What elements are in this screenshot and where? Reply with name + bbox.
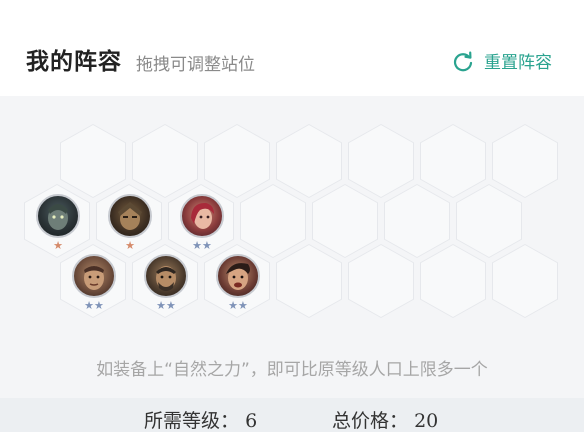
header: 我的阵容 拖拽可调整站位 重置阵容	[0, 0, 584, 96]
summary-bar: 所需等级： 6 总价格： 20	[0, 398, 584, 432]
required-level-label: 所需等级：	[144, 410, 240, 432]
champion-face-icon	[48, 204, 68, 230]
star-rating: ★	[125, 239, 135, 252]
refresh-icon	[453, 51, 473, 71]
total-price: 总价格： 20	[332, 406, 438, 433]
star-rating: ★★	[84, 299, 104, 312]
star-rating: ★★	[228, 299, 248, 312]
hex-slot[interactable]	[276, 244, 342, 318]
hex-slot[interactable]	[60, 124, 126, 198]
champion-portrait[interactable]	[72, 254, 116, 298]
page-subtitle: 拖拽可调整站位	[136, 55, 255, 75]
champion-portrait[interactable]	[108, 194, 152, 238]
champion-face-icon	[191, 202, 214, 229]
hex-slot[interactable]	[276, 124, 342, 198]
reset-lineup-label: 重置阵容	[484, 53, 552, 73]
required-level-value: 6	[245, 410, 258, 432]
hex-slot[interactable]	[348, 124, 414, 198]
champion-face-icon	[118, 202, 142, 230]
hex-slot[interactable]	[420, 124, 486, 198]
required-level: 所需等级： 6	[144, 406, 257, 433]
champion-face-icon	[156, 266, 176, 291]
champion-face-icon	[84, 266, 104, 290]
formation-board[interactable]: ★ ★ ★★ ★★ ★★ ★★	[0, 96, 584, 398]
star-rating: ★★	[192, 239, 212, 252]
hex-slot[interactable]	[240, 184, 306, 258]
champion-portrait[interactable]	[144, 254, 188, 298]
champion-face-icon	[226, 263, 250, 290]
hex-slot[interactable]	[492, 244, 558, 318]
hex-slot[interactable]	[204, 124, 270, 198]
hex-slot[interactable]	[456, 184, 522, 258]
champion-portrait[interactable]	[216, 254, 260, 298]
star-rating: ★★	[156, 299, 176, 312]
hex-slot[interactable]	[132, 124, 198, 198]
reset-lineup-button[interactable]: 重置阵容	[452, 48, 552, 73]
tip-text: 如装备上“自然之力”，即可比原等级人口上限多一个	[96, 360, 488, 380]
hex-slot[interactable]	[384, 184, 450, 258]
page-title: 我的阵容	[26, 49, 122, 75]
total-price-value: 20	[414, 410, 439, 432]
hex-slot[interactable]	[312, 184, 378, 258]
hex-slot[interactable]	[348, 244, 414, 318]
total-price-label: 总价格：	[332, 410, 409, 432]
hex-slot[interactable]	[492, 124, 558, 198]
champion-portrait[interactable]	[180, 194, 224, 238]
hex-slot[interactable]	[420, 244, 486, 318]
star-rating: ★	[53, 239, 63, 252]
champion-portrait[interactable]	[36, 194, 80, 238]
